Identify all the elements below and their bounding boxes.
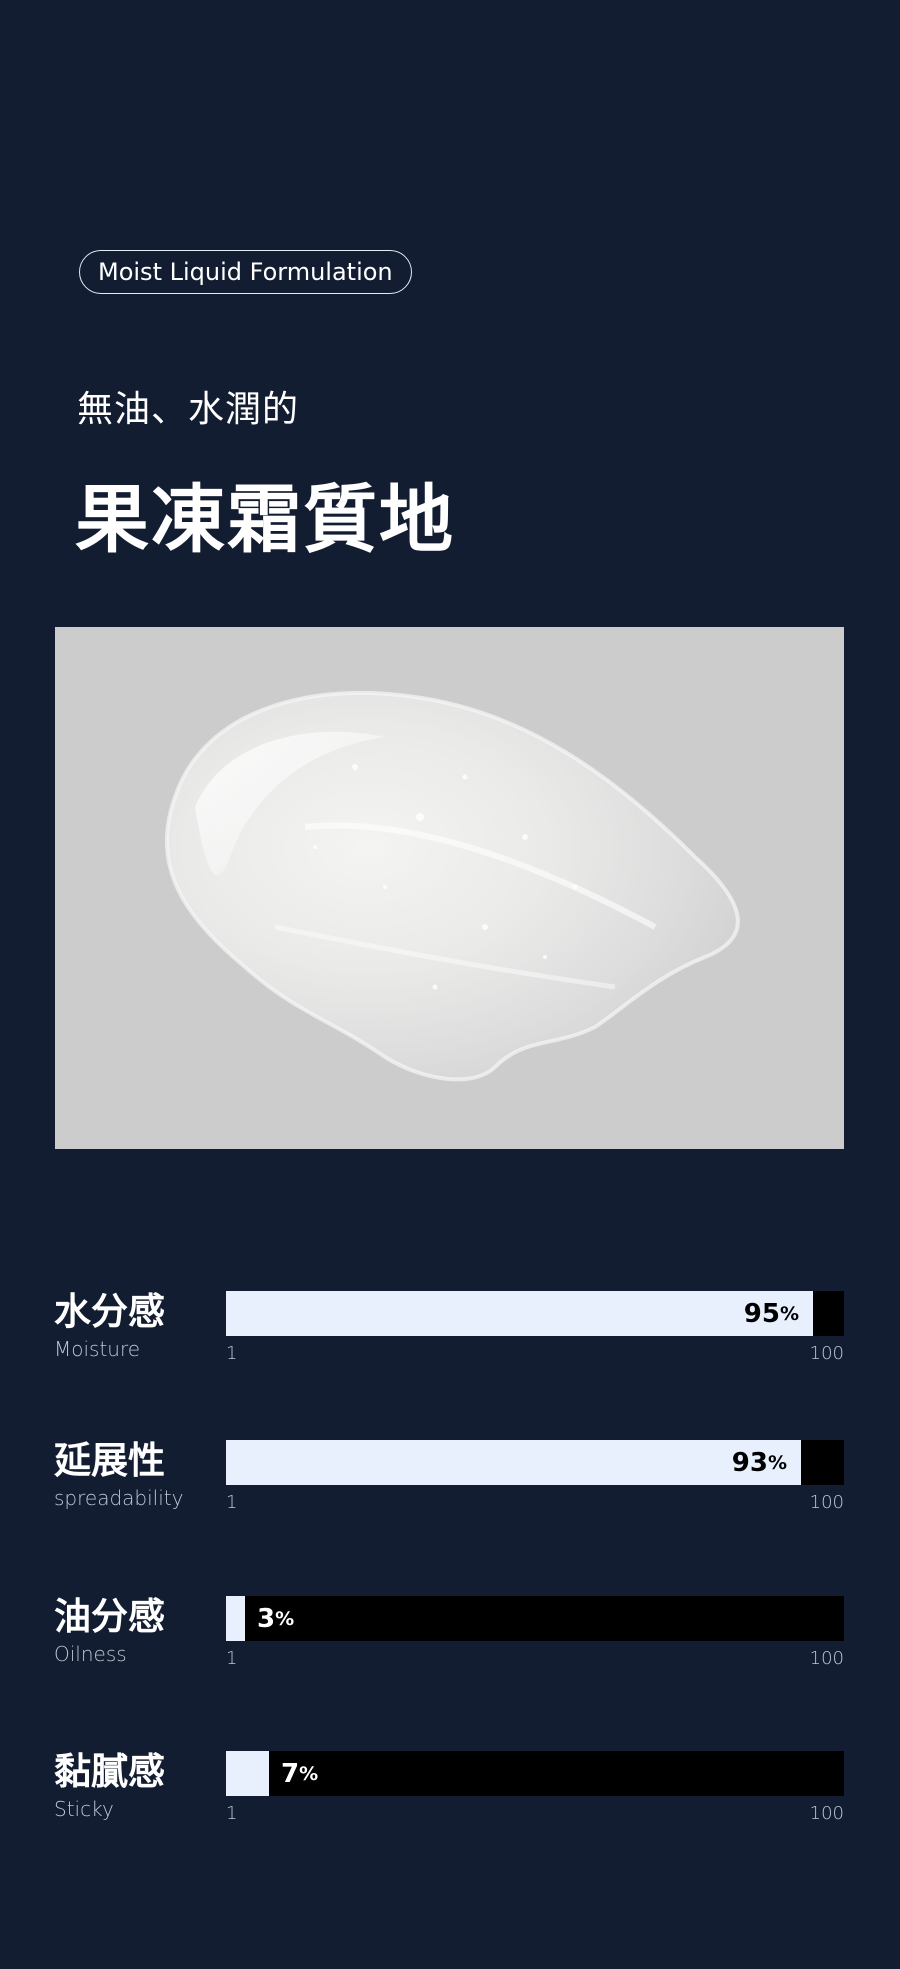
bar-value: 7% xyxy=(281,1758,319,1789)
bar-track: 93% xyxy=(226,1440,844,1485)
bar-track: 95% xyxy=(226,1291,844,1336)
metric-label-ko: 油分感 xyxy=(54,1595,165,1638)
scale-min: 1 xyxy=(226,1492,238,1513)
bar-fill xyxy=(226,1596,245,1641)
formulation-badge: Moist Liquid Formulation xyxy=(79,250,412,294)
scale-min: 1 xyxy=(226,1343,238,1364)
metric-label-ko: 水分感 xyxy=(54,1290,165,1333)
scale-min: 1 xyxy=(226,1803,238,1824)
metric-label-en: Sticky xyxy=(54,1797,114,1821)
metric-label-en: spreadability xyxy=(54,1486,184,1510)
subtitle: 無油、水潤的 xyxy=(77,389,300,430)
scale-max: 100 xyxy=(809,1803,844,1824)
bar-fill xyxy=(226,1291,813,1336)
bar-value: 3% xyxy=(257,1603,295,1634)
scale-max: 100 xyxy=(809,1343,844,1364)
scale-max: 100 xyxy=(809,1648,844,1669)
page-title: 果凍霜質地 xyxy=(75,477,455,563)
bar-value: 95% xyxy=(743,1298,799,1329)
bar-track: 3% xyxy=(226,1596,844,1641)
bar-value: 93% xyxy=(731,1447,787,1478)
bar-fill xyxy=(226,1440,801,1485)
texture-photo xyxy=(55,627,844,1149)
metric-label-en: Moisture xyxy=(54,1337,141,1361)
bar-fill xyxy=(226,1751,269,1796)
metric-label-ko: 黏膩感 xyxy=(54,1750,165,1793)
scale-max: 100 xyxy=(809,1492,844,1513)
metric-label-ko: 延展性 xyxy=(54,1439,165,1482)
scale-min: 1 xyxy=(226,1648,238,1669)
bar-track: 7% xyxy=(226,1751,844,1796)
metric-label-en: Oilness xyxy=(54,1642,127,1666)
